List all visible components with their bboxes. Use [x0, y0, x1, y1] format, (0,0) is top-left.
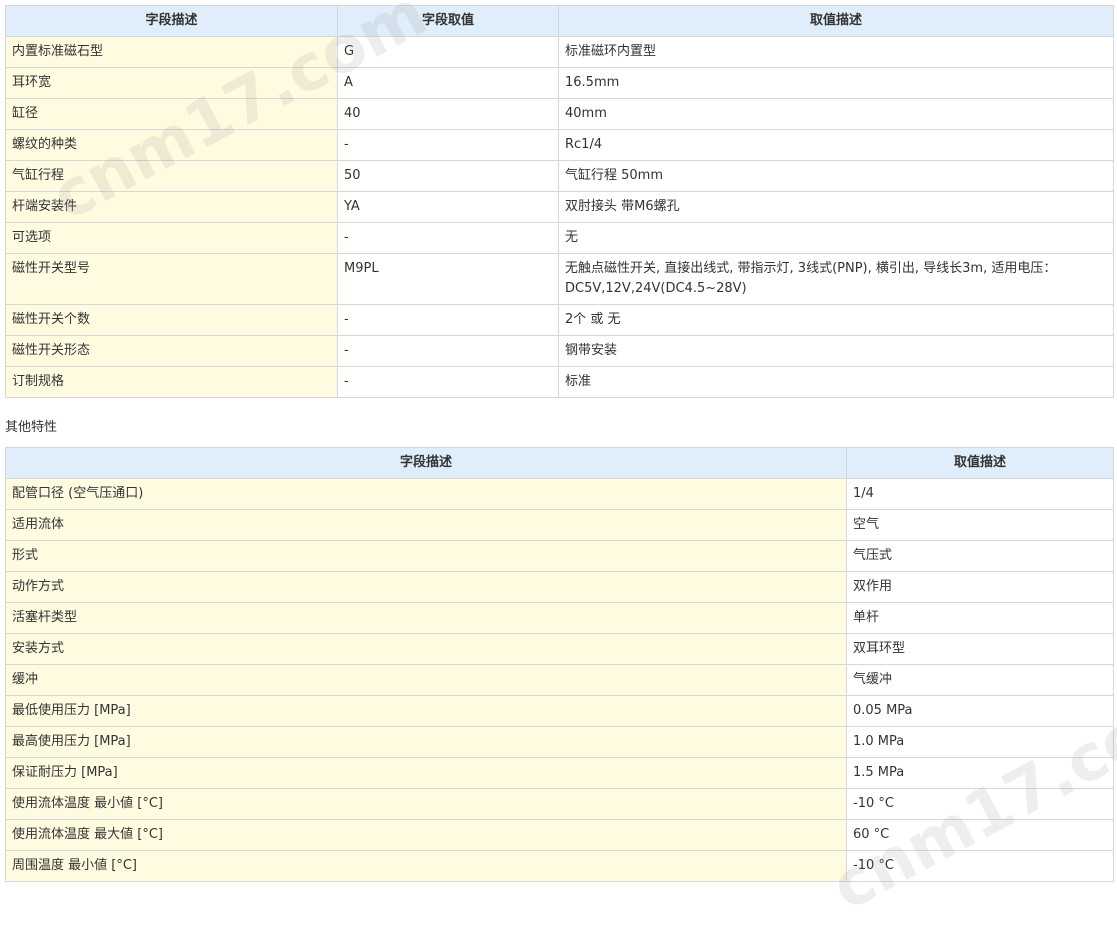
table-row: 缸径 40 40mm — [5, 98, 1114, 130]
field-cell: 气缸行程 — [5, 160, 338, 192]
table-row: 耳环宽 A 16.5mm — [5, 67, 1114, 99]
desc-cell: 1.5 MPa — [846, 757, 1114, 789]
value-cell: M9PL — [337, 253, 559, 305]
table-row: 形式 气压式 — [5, 540, 1114, 572]
field-cell: 活塞杆类型 — [5, 602, 847, 634]
field-cell: 动作方式 — [5, 571, 847, 603]
desc-cell: 60 °C — [846, 819, 1114, 851]
desc-cell: 钢带安装 — [558, 335, 1114, 367]
desc-cell: 单杆 — [846, 602, 1114, 634]
spec-table: 字段描述 字段取值 取值描述 内置标准磁石型 G 标准磁环内置型 耳环宽 A 16.5m… — [5, 5, 1114, 398]
table-row: 内置标准磁石型 G 标准磁环内置型 — [5, 36, 1114, 68]
table-row: 配管口径 (空气压通口) 1/4 — [5, 478, 1114, 510]
value-cell: - — [337, 366, 559, 398]
value-cell: G — [337, 36, 559, 68]
field-cell: 配管口径 (空气压通口) — [5, 478, 847, 510]
field-cell: 周围温度 最小値 [°C] — [5, 850, 847, 882]
table-row: 可选项 - 无 — [5, 222, 1114, 254]
desc-cell: 双作用 — [846, 571, 1114, 603]
value-cell: A — [337, 67, 559, 99]
field-cell: 磁性开关个数 — [5, 304, 338, 336]
value-cell: - — [337, 222, 559, 254]
field-cell: 形式 — [5, 540, 847, 572]
desc-cell: 40mm — [558, 98, 1114, 130]
table-row: 订制规格 - 标准 — [5, 366, 1114, 398]
desc-cell: 双耳环型 — [846, 633, 1114, 665]
desc-cell: 双肘接头 带M6螺孔 — [558, 191, 1114, 223]
desc-cell: 1/4 — [846, 478, 1114, 510]
desc-cell: 0.05 MPa — [846, 695, 1114, 727]
desc-cell: 标准磁环内置型 — [558, 36, 1114, 68]
desc-cell: 16.5mm — [558, 67, 1114, 99]
field-cell: 耳环宽 — [5, 67, 338, 99]
value-cell: 50 — [337, 160, 559, 192]
header-desc: 取值描述 — [558, 5, 1114, 37]
header-field: 字段描述 — [5, 5, 338, 37]
field-cell: 安装方式 — [5, 633, 847, 665]
desc-cell: 空气 — [846, 509, 1114, 541]
value-cell: - — [337, 335, 559, 367]
field-cell: 螺纹的种类 — [5, 129, 338, 161]
table-row: 动作方式 双作用 — [5, 571, 1114, 603]
table-row: 气缸行程 50 气缸行程 50mm — [5, 160, 1114, 192]
table-row: 使用流体温度 最小値 [°C] -10 °C — [5, 788, 1114, 820]
desc-cell: 气压式 — [846, 540, 1114, 572]
table-row: 保证耐压力 [MPa] 1.5 MPa — [5, 757, 1114, 789]
value-cell: YA — [337, 191, 559, 223]
desc-cell: 气缓冲 — [846, 664, 1114, 696]
desc-cell: 无 — [558, 222, 1114, 254]
field-cell: 缸径 — [5, 98, 338, 130]
table-row: 磁性开关形态 - 钢带安装 — [5, 335, 1114, 367]
section-title-other: 其他特性 — [5, 420, 58, 435]
field-cell: 可选项 — [5, 222, 338, 254]
field-cell: 磁性开关形态 — [5, 335, 338, 367]
value-cell: - — [337, 304, 559, 336]
table-row: 安装方式 双耳环型 — [5, 633, 1114, 665]
table-row: 缓冲 气缓冲 — [5, 664, 1114, 696]
field-cell: 磁性开关型号 — [5, 253, 338, 305]
table-row: 适用流体 空气 — [5, 509, 1114, 541]
table-row: 周围温度 最小値 [°C] -10 °C — [5, 850, 1114, 882]
header-value: 字段取值 — [337, 5, 559, 37]
desc-cell: 1.0 MPa — [846, 726, 1114, 758]
desc-cell: -10 °C — [846, 850, 1114, 882]
value-cell: 40 — [337, 98, 559, 130]
desc-cell: 标准 — [558, 366, 1114, 398]
field-cell: 适用流体 — [5, 509, 847, 541]
field-cell: 内置标准磁石型 — [5, 36, 338, 68]
table-row: 使用流体温度 最大値 [°C] 60 °C — [5, 819, 1114, 851]
table-row: 最低使用压力 [MPa] 0.05 MPa — [5, 695, 1114, 727]
table-row: 磁性开关型号 M9PL 无触点磁性开关, 直接出线式, 带指示灯, 3线式(PNP)… — [5, 253, 1114, 305]
value-cell: - — [337, 129, 559, 161]
header-desc: 取值描述 — [846, 447, 1114, 479]
other-spec-table: 字段描述 取值描述 配管口径 (空气压通口) 1/4 适用流体 空气 形式 气压式 动… — [5, 447, 1114, 882]
table-row: 杆端安装件 YA 双肘接头 带M6螺孔 — [5, 191, 1114, 223]
header-field: 字段描述 — [5, 447, 847, 479]
desc-cell: 无触点磁性开关, 直接出线式, 带指示灯, 3线式(PNP), 横引出, 导线长… — [558, 253, 1114, 305]
field-cell: 最低使用压力 [MPa] — [5, 695, 847, 727]
desc-cell: 2个 或 无 — [558, 304, 1114, 336]
table-row: 螺纹的种类 - Rc1/4 — [5, 129, 1114, 161]
table-row: 最高使用压力 [MPa] 1.0 MPa — [5, 726, 1114, 758]
desc-cell: -10 °C — [846, 788, 1114, 820]
table-row: 活塞杆类型 单杆 — [5, 602, 1114, 634]
desc-cell: Rc1/4 — [558, 129, 1114, 161]
field-cell: 缓冲 — [5, 664, 847, 696]
field-cell: 保证耐压力 [MPa] — [5, 757, 847, 789]
field-cell: 使用流体温度 最小値 [°C] — [5, 788, 847, 820]
field-cell: 最高使用压力 [MPa] — [5, 726, 847, 758]
field-cell: 使用流体温度 最大値 [°C] — [5, 819, 847, 851]
table-row: 磁性开关个数 -2个 或 无 — [5, 304, 1114, 336]
field-cell: 杆端安装件 — [5, 191, 338, 223]
desc-cell: 气缸行程 50mm — [558, 160, 1114, 192]
field-cell: 订制规格 — [5, 366, 338, 398]
